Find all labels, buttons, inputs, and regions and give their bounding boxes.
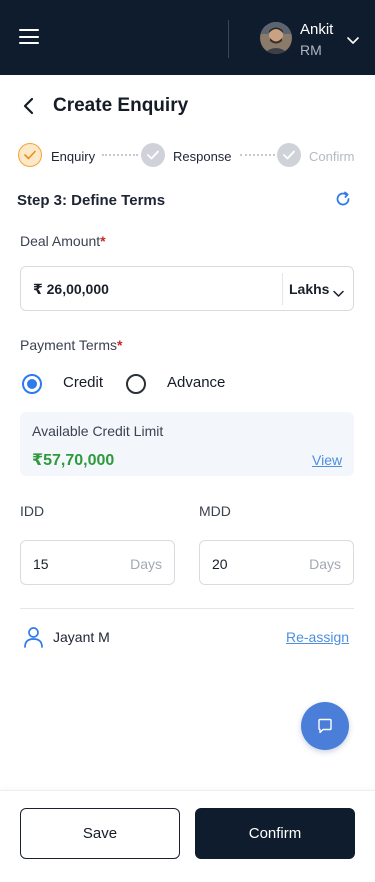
required-mark: * [117, 337, 123, 353]
credit-radio-label[interactable]: Credit [63, 374, 103, 391]
deal-amount-label: Deal Amount* [20, 233, 106, 249]
advance-radio[interactable] [126, 374, 146, 394]
step-done-check-icon [141, 143, 165, 167]
step-pending-check-icon [277, 143, 301, 167]
chat-button[interactable] [301, 702, 349, 750]
step-label-response[interactable]: Response [173, 149, 232, 164]
avatar[interactable] [260, 22, 292, 54]
page-title: Create Enquiry [53, 95, 189, 116]
view-credit-link[interactable]: View [312, 452, 342, 468]
step-label-enquiry[interactable]: Enquiry [51, 149, 95, 164]
deal-amount-field[interactable]: ₹ 26,00,000 Lakhs [20, 266, 354, 311]
arrow-left-icon[interactable] [20, 97, 38, 115]
mdd-field[interactable]: 20 Days [199, 540, 354, 585]
refresh-icon[interactable] [334, 190, 352, 208]
hamburger-menu-icon[interactable] [19, 29, 39, 46]
idd-unit: Days [130, 556, 162, 572]
deal-amount-input[interactable]: ₹ 26,00,000 [33, 281, 109, 298]
step-current-check-icon [18, 143, 42, 167]
credit-limit-title: Available Credit Limit [32, 423, 164, 439]
idd-input[interactable]: 15 [33, 556, 49, 572]
divider [20, 608, 354, 609]
credit-limit-amount: ₹57,70,000 [32, 452, 115, 469]
advance-radio-label[interactable]: Advance [167, 374, 225, 391]
step-label-confirm[interactable]: Confirm [309, 149, 355, 164]
chevron-down-icon[interactable] [346, 33, 360, 44]
mdd-label: MDD [199, 503, 231, 519]
payment-terms-label: Payment Terms* [20, 337, 122, 353]
user-name: Ankit [300, 21, 334, 38]
mdd-unit: Days [309, 556, 341, 572]
deal-amount-label-text: Deal Amount [20, 233, 101, 249]
reassign-link[interactable]: Re-assign [286, 629, 349, 645]
required-mark: * [100, 233, 106, 249]
section-title: Step 3: Define Terms [17, 192, 166, 209]
progress-stepper: Enquiry Response Confirm [0, 142, 375, 168]
user-role: RM [300, 42, 322, 58]
unit-select[interactable]: Lakhs [289, 281, 329, 297]
save-button[interactable]: Save [20, 808, 180, 859]
confirm-button[interactable]: Confirm [195, 808, 355, 859]
chevron-down-icon[interactable] [333, 285, 344, 297]
assignee-name: Jayant M [53, 629, 110, 645]
footer-actions: Save Confirm [0, 790, 375, 882]
payment-terms-label-text: Payment Terms [20, 337, 117, 353]
credit-radio[interactable] [22, 374, 42, 394]
header-divider [228, 20, 229, 58]
chat-bubble-icon [318, 718, 332, 734]
top-app-bar: Ankit RM [0, 0, 375, 75]
step-connector [240, 154, 275, 156]
person-icon [23, 626, 44, 648]
idd-label: IDD [20, 503, 45, 519]
mdd-input[interactable]: 20 [212, 556, 228, 572]
idd-field[interactable]: 15 Days [20, 540, 175, 585]
credit-limit-card: Available Credit Limit ₹57,70,000 View [20, 412, 354, 476]
unit-separator [282, 273, 283, 305]
step-connector [102, 154, 138, 156]
